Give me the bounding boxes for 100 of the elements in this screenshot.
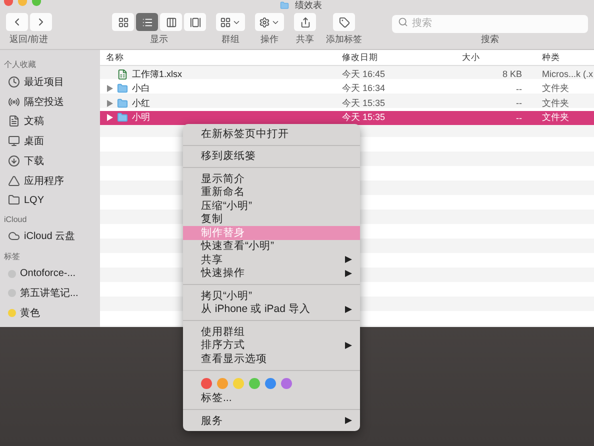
- file-row[interactable]: 小白 今天 16:34 -- 文件夹: [100, 82, 594, 96]
- gear-icon: [259, 16, 270, 28]
- table-cell-text: 文件夹: [541, 111, 570, 124]
- view-mode-button[interactable]: [184, 13, 206, 31]
- close-button[interactable]: [4, 0, 13, 6]
- view-mode-button[interactable]: [112, 13, 134, 31]
- menu-item[interactable]: 拷贝“小明”: [183, 289, 360, 302]
- toolbar-label: 显示: [150, 33, 168, 46]
- view-mode-button[interactable]: [136, 13, 158, 31]
- sidebar-item[interactable]: 最近项目: [0, 72, 100, 92]
- toolbar-label: 共享: [296, 33, 314, 46]
- table-cell-text: 文件夹: [541, 96, 570, 110]
- tag-color-dot[interactable]: [281, 378, 292, 388]
- tag-color-dot[interactable]: [233, 378, 244, 388]
- file-name: 小红: [132, 96, 150, 110]
- file-row[interactable]: 小明 今天 15:35 -- 文件夹: [100, 110, 594, 125]
- gallery-icon: [190, 16, 200, 28]
- table-cell-text: Micros...k (.x: [541, 69, 594, 80]
- column-header[interactable]: 名称: [100, 52, 336, 64]
- tag-color-dot[interactable]: [249, 378, 260, 388]
- tag-icon: [338, 16, 350, 28]
- sidebar-item[interactable]: iCloud 云盘: [0, 226, 100, 246]
- column-header[interactable]: 修改日期: [336, 52, 456, 64]
- share-icon: [300, 16, 310, 28]
- download-icon: [8, 154, 20, 167]
- table-cell-text: --: [515, 84, 523, 94]
- toolbar-label: 群组: [222, 33, 240, 46]
- folder-icon: [117, 112, 128, 124]
- column-header[interactable]: 种类: [536, 52, 594, 64]
- sidebar-item[interactable]: LQY: [0, 190, 100, 210]
- menu-item[interactable]: 使用群组: [183, 325, 360, 338]
- back-button[interactable]: [6, 13, 28, 31]
- file-row[interactable]: 工作簿1.xlsx 今天 16:45 8 KB Micros...k (.x: [100, 67, 594, 82]
- toolbar-label: 返回/前进: [10, 33, 48, 46]
- document-icon: [8, 115, 20, 128]
- table-cell-text: 文件夹: [541, 82, 570, 96]
- menu-item[interactable]: 压缩“小明”: [183, 199, 360, 212]
- folder-icon: [117, 98, 128, 109]
- menu-item[interactable]: 标签...: [183, 392, 360, 405]
- menu-item[interactable]: 排序方式: [183, 338, 360, 352]
- monitor-icon: [8, 135, 20, 148]
- sidebar-item[interactable]: 文稿: [0, 111, 100, 132]
- table-cell-text: 今天 16:34: [341, 82, 386, 96]
- folder-icon: [8, 194, 20, 206]
- grid-icon: [220, 16, 231, 28]
- search-icon: [398, 17, 408, 27]
- clock-icon: [8, 76, 20, 88]
- menu-item[interactable]: 共享: [183, 253, 360, 266]
- file-name: 小明: [132, 111, 150, 124]
- table-cell-text: 今天 15:35: [341, 96, 386, 110]
- share-button[interactable]: [294, 13, 316, 31]
- tag-button[interactable]: [333, 13, 355, 31]
- folder-icon: [117, 83, 128, 94]
- sidebar-item[interactable]: 应用程序: [0, 170, 100, 190]
- group-button[interactable]: [216, 13, 245, 31]
- toolbar-label: 搜索: [481, 33, 499, 46]
- sidebar-heading: 个人收藏: [3, 59, 37, 71]
- tag-color-dot[interactable]: [265, 378, 276, 388]
- toolbar-label: 添加标签: [326, 33, 362, 46]
- table-cell-text: --: [515, 98, 523, 108]
- sidebar-item[interactable]: Ontoforce-...: [0, 264, 100, 284]
- menu-item[interactable]: 显示简介: [183, 172, 360, 186]
- file-row[interactable]: 小红 今天 15:35 -- 文件夹: [100, 96, 594, 110]
- sidebar-heading: 标签: [3, 250, 21, 263]
- folder-icon: [280, 1, 289, 10]
- spreadsheet-icon: [117, 68, 128, 80]
- radio-waves-icon: [8, 96, 20, 108]
- view-mode-button[interactable]: [160, 13, 182, 31]
- table-cell-text: --: [515, 112, 523, 123]
- sidebar-item[interactable]: 黄色: [0, 303, 100, 324]
- menu-item[interactable]: 从 iPhone 或 iPad 导入: [183, 302, 360, 316]
- grid-icon: [118, 16, 128, 28]
- sidebar-heading: iCloud: [3, 214, 28, 226]
- sidebar-item[interactable]: 下载: [0, 150, 100, 171]
- menu-item[interactable]: 服务: [183, 414, 360, 428]
- sidebar-item[interactable]: 第五讲笔记...: [0, 284, 100, 304]
- menu-item[interactable]: 在新标签页中打开: [183, 127, 360, 140]
- sidebar-item[interactable]: 桌面: [0, 131, 100, 151]
- settings-button[interactable]: [255, 13, 284, 31]
- cloud-icon: [8, 230, 20, 242]
- menu-item[interactable]: 重新命名: [183, 186, 360, 199]
- menu-item[interactable]: 移到废纸篓: [183, 150, 360, 163]
- triangle-icon: [8, 174, 20, 187]
- window-title: 绩效表: [295, 0, 322, 11]
- menu-item[interactable]: 快速操作: [183, 266, 360, 280]
- table-cell-text: 8 KB: [501, 69, 523, 80]
- columns-icon: [166, 16, 176, 28]
- sidebar-item[interactable]: 隔空投送: [0, 92, 100, 112]
- table-cell-text: 今天 16:45: [341, 68, 386, 81]
- tag-color-dot[interactable]: [217, 378, 228, 388]
- file-name: 工作簿1.xlsx: [132, 68, 182, 81]
- tag-color-dot[interactable]: [201, 378, 212, 388]
- toolbar-label: 操作: [260, 33, 278, 46]
- search-field[interactable]: 搜索: [392, 14, 588, 32]
- menu-item[interactable]: 快速查看“小明”: [183, 240, 360, 253]
- menu-item[interactable]: 查看显示选项: [183, 352, 360, 366]
- forward-button[interactable]: [30, 13, 52, 31]
- table-cell-text: 今天 15:35: [341, 111, 386, 124]
- menu-item[interactable]: 复制: [183, 212, 360, 226]
- column-header[interactable]: 大小: [456, 52, 536, 64]
